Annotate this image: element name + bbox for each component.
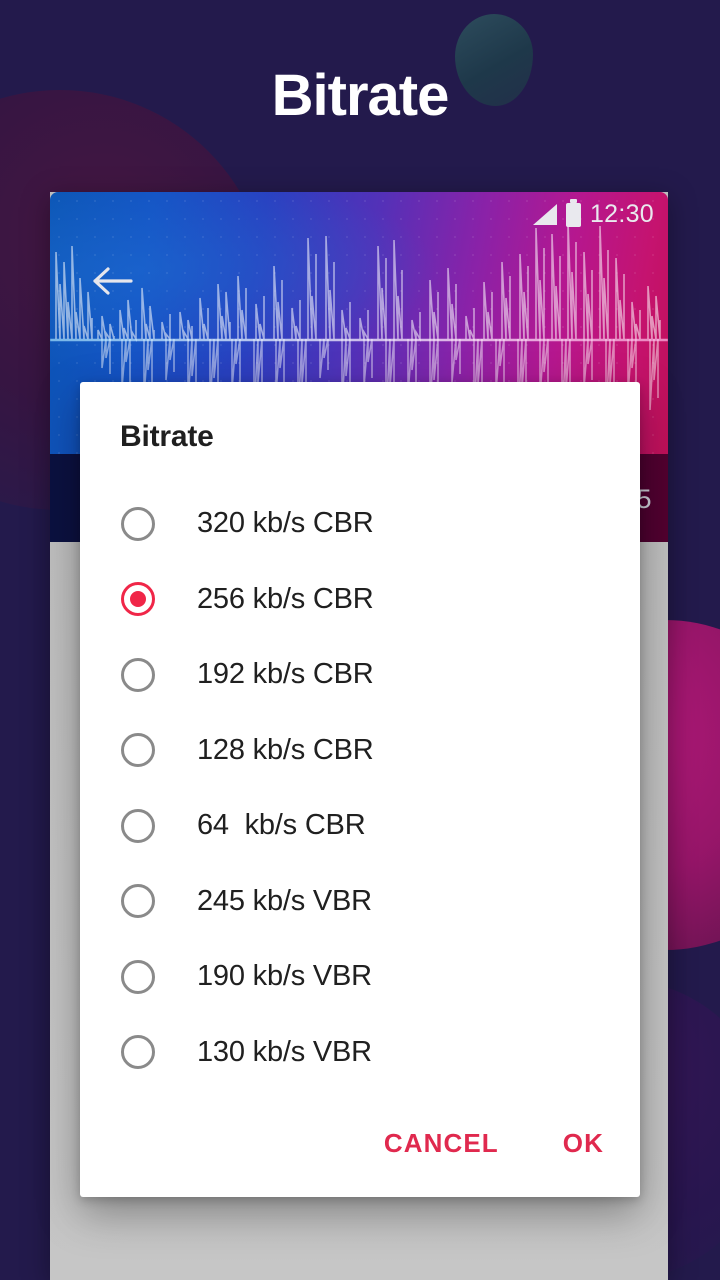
dialog-actions: CANCEL OK — [382, 1124, 606, 1163]
option-label: 190 kb/s VBR — [197, 960, 372, 993]
option-label: 256 kb/s CBR — [197, 583, 374, 616]
radio-245-vbr[interactable] — [121, 884, 155, 918]
radio-320-cbr[interactable] — [121, 507, 155, 541]
signal-bars-icon — [533, 204, 557, 225]
page-title: Bitrate — [0, 62, 720, 129]
option-label: 64 kb/s CBR — [197, 809, 365, 842]
radio-130-vbr[interactable] — [121, 1035, 155, 1069]
option-row-245-vbr[interactable]: 245 kb/s VBR — [80, 864, 640, 940]
option-row-190-vbr[interactable]: 190 kb/s VBR — [80, 939, 640, 1015]
option-label: 130 kb/s VBR — [197, 1036, 372, 1069]
option-row-64-cbr[interactable]: 64 kb/s CBR — [80, 788, 640, 864]
radio-190-vbr[interactable] — [121, 960, 155, 994]
option-label: 320 kb/s CBR — [197, 507, 374, 540]
radio-256-cbr[interactable] — [121, 582, 155, 616]
bitrate-dialog: Bitrate 320 kb/s CBR 256 kb/s CBR 192 kb… — [80, 382, 640, 1197]
option-row-256-cbr[interactable]: 256 kb/s CBR — [80, 562, 640, 638]
option-row-130-vbr[interactable]: 130 kb/s VBR — [80, 1015, 640, 1091]
back-arrow-icon — [90, 264, 134, 298]
radio-192-cbr[interactable] — [121, 658, 155, 692]
option-label: 192 kb/s CBR — [197, 658, 374, 691]
option-row-128-cbr[interactable]: 128 kb/s CBR — [80, 713, 640, 789]
back-button[interactable] — [86, 258, 138, 304]
option-label: 245 kb/s VBR — [197, 885, 372, 918]
cancel-button[interactable]: CANCEL — [382, 1124, 501, 1163]
option-row-320-cbr[interactable]: 320 kb/s CBR — [80, 486, 640, 562]
battery-icon — [566, 203, 581, 227]
radio-64-cbr[interactable] — [121, 809, 155, 843]
option-label: 128 kb/s CBR — [197, 734, 374, 767]
ok-button[interactable]: OK — [561, 1124, 606, 1163]
status-bar: 12:30 — [533, 200, 654, 229]
status-bar-clock: 12:30 — [590, 200, 654, 229]
radio-128-cbr[interactable] — [121, 733, 155, 767]
option-row-192-cbr[interactable]: 192 kb/s CBR — [80, 637, 640, 713]
dialog-title: Bitrate — [120, 420, 214, 454]
waveform-centerline — [50, 339, 668, 341]
bitrate-options-list: 320 kb/s CBR 256 kb/s CBR 192 kb/s CBR 1… — [80, 486, 640, 1090]
